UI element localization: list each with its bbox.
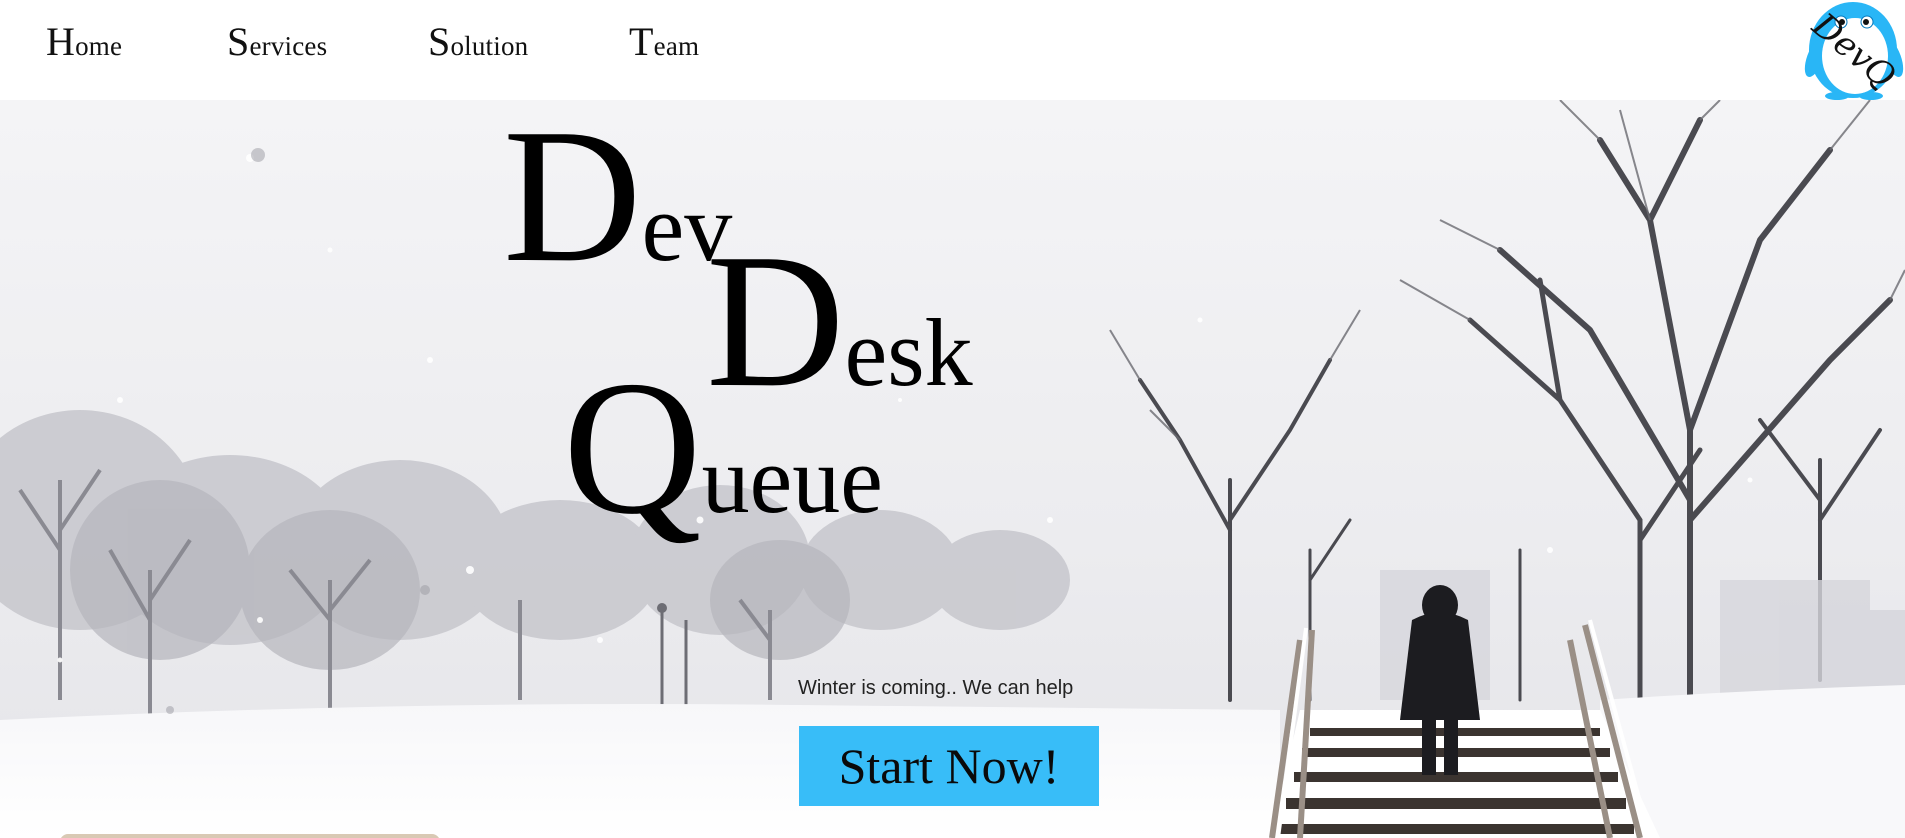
top-navigation: Home Services Solution Team DevQ [0, 0, 1905, 100]
start-now-button[interactable]: Start Now! [799, 726, 1099, 806]
next-section-card-edge [60, 834, 440, 838]
nav-team-link[interactable]: Team [629, 18, 699, 65]
hero-title-queue-rest: ueue [701, 426, 883, 533]
hero-title-queue-cap: Q [563, 341, 702, 554]
nav-services-link[interactable]: Services [227, 18, 327, 65]
nav-home-link[interactable]: Home [46, 18, 122, 65]
hero-tagline: Winter is coming.. We can help [798, 677, 1074, 699]
nav-solution-link[interactable]: Solution [428, 18, 528, 65]
hero-title-dev: Dev [503, 100, 732, 292]
hero-section: Dev Desk Queue Winter is coming.. We can… [0, 100, 1905, 838]
hero-title-dev-cap: D [503, 100, 642, 302]
hero-title-queue: Queue [563, 352, 883, 544]
penguin-logo-icon[interactable]: DevQ [1801, 0, 1905, 100]
